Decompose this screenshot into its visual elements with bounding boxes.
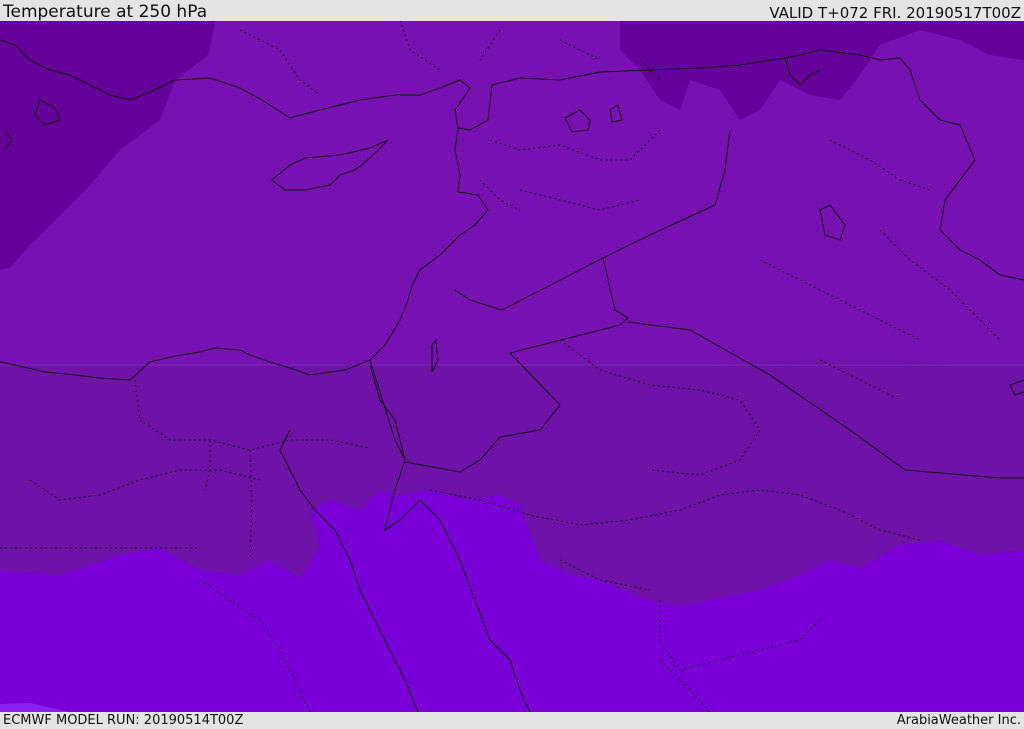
header-bar: Temperature at 250 hPa VALID T+072 FRI. …: [0, 0, 1024, 22]
model-run-label: ECMWF MODEL RUN: 20190514T00Z: [3, 713, 244, 728]
temperature-map[interactable]: [0, 21, 1024, 712]
map-title: Temperature at 250 hPa: [3, 2, 208, 22]
footer-bar: ECMWF MODEL RUN: 20190514T00Z ArabiaWeat…: [0, 712, 1024, 729]
credit-label: ArabiaWeather Inc.: [896, 713, 1021, 728]
map-canvas: [0, 21, 1024, 712]
